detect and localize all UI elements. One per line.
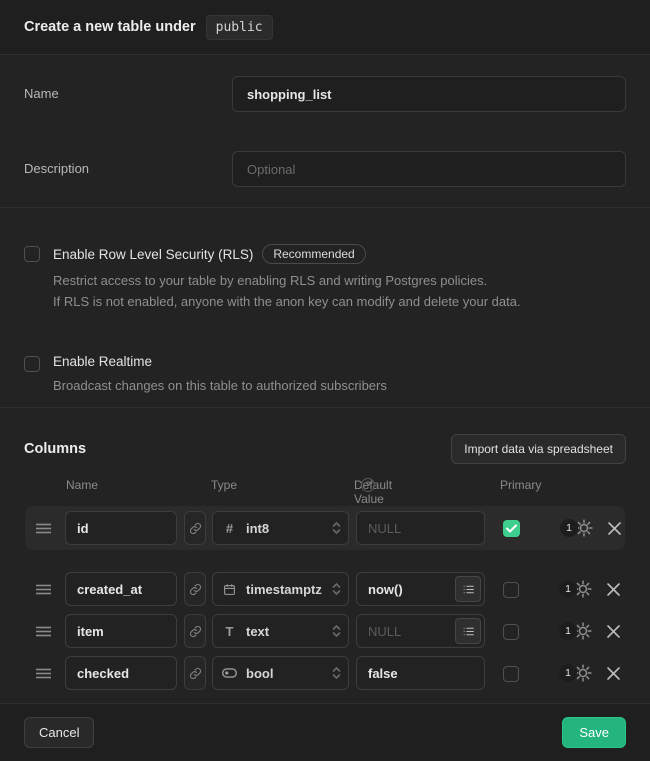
column-default-input[interactable]: [356, 656, 485, 690]
chevron-up-down-icon: [332, 582, 341, 596]
realtime-label: Enable Realtime: [53, 354, 152, 369]
recommended-badge: Recommended: [262, 244, 365, 264]
table-options-section: Enable Row Level Security (RLS) Recommen…: [0, 208, 650, 408]
realtime-checkbox[interactable]: [24, 356, 40, 372]
columns-section: Columns Import data via spreadsheet Name…: [0, 408, 650, 703]
column-name-input[interactable]: [65, 656, 177, 690]
column-settings-button[interactable]: 1: [560, 518, 594, 538]
drag-handle-icon[interactable]: [36, 523, 51, 534]
create-table-dialog: Create a new table under public Name Des…: [0, 0, 650, 761]
drag-handle-icon[interactable]: [36, 584, 51, 595]
header-name: Name: [66, 478, 98, 492]
remove-column-icon[interactable]: [606, 582, 621, 597]
rls-text: Enable Row Level Security (RLS) Recommen…: [53, 244, 521, 312]
columns-title: Columns: [24, 441, 86, 457]
dialog-header: Create a new table under public: [0, 0, 650, 55]
drag-handle-icon[interactable]: [36, 668, 51, 679]
header-type: Type: [211, 478, 237, 492]
primary-checkbox[interactable]: [503, 582, 519, 598]
default-value-picker-icon[interactable]: [455, 618, 481, 644]
rls-label: Enable Row Level Security (RLS): [53, 247, 253, 262]
chevron-up-down-icon: [332, 624, 341, 638]
default-value-picker-icon[interactable]: [455, 576, 481, 602]
dialog-title: Create a new table under: [24, 19, 196, 35]
rls-description: Restrict access to your table by enablin…: [53, 270, 521, 312]
column-row-item: T text 1: [25, 610, 625, 652]
column-type-select[interactable]: timestamptz: [212, 572, 349, 606]
header-primary: Primary: [500, 478, 541, 492]
foreign-key-link-icon[interactable]: [184, 656, 206, 690]
rls-checkbox[interactable]: [24, 246, 40, 262]
cancel-button[interactable]: Cancel: [24, 717, 94, 748]
remove-column-icon[interactable]: [606, 624, 621, 639]
column-row-checked: bool 1: [25, 652, 625, 694]
column-row-created-at: timestamptz 1: [25, 568, 625, 610]
column-type-select[interactable]: T text: [212, 614, 349, 648]
drag-handle-icon[interactable]: [36, 626, 51, 637]
toggle-icon: [222, 668, 237, 678]
primary-checkbox[interactable]: [503, 624, 519, 640]
description-label: Description: [24, 151, 232, 176]
column-type-select[interactable]: bool: [212, 656, 349, 690]
column-type-select[interactable]: # int8: [212, 511, 349, 545]
foreign-key-link-icon[interactable]: [184, 511, 206, 545]
settings-count-badge: 1: [559, 622, 577, 640]
settings-count-badge: 1: [559, 580, 577, 598]
column-settings-button[interactable]: 1: [559, 663, 593, 683]
foreign-key-link-icon[interactable]: [184, 572, 206, 606]
table-details-section: Name Description: [0, 55, 650, 208]
calendar-icon: [222, 583, 237, 596]
table-name-input[interactable]: [232, 76, 626, 112]
columns-table-headers: Name Type Default Value ? Primary: [0, 478, 650, 496]
import-spreadsheet-button[interactable]: Import data via spreadsheet: [451, 434, 626, 464]
dialog-footer: Cancel Save: [0, 703, 650, 761]
chevron-up-down-icon: [332, 666, 341, 680]
schema-badge: public: [206, 15, 273, 40]
save-button[interactable]: Save: [562, 717, 626, 748]
name-label: Name: [24, 76, 232, 101]
column-name-input[interactable]: [65, 614, 177, 648]
realtime-text: Enable Realtime Broadcast changes on thi…: [53, 354, 387, 396]
primary-checkbox[interactable]: [503, 666, 519, 682]
hash-icon: #: [222, 521, 237, 536]
column-settings-button[interactable]: 1: [559, 621, 593, 641]
primary-checkbox[interactable]: [503, 520, 520, 537]
description-row: Description: [24, 151, 626, 187]
column-name-input[interactable]: [65, 511, 177, 545]
table-description-input[interactable]: [232, 151, 626, 187]
settings-count-badge: 1: [560, 519, 578, 537]
rls-block: Enable Row Level Security (RLS) Recommen…: [24, 244, 626, 312]
settings-count-badge: 1: [559, 664, 577, 682]
letter-T-icon: T: [222, 624, 237, 639]
chevron-up-down-icon: [332, 521, 341, 535]
column-default-input: [356, 511, 485, 545]
foreign-key-link-icon[interactable]: [184, 614, 206, 648]
remove-column-icon[interactable]: [607, 521, 622, 536]
column-settings-button[interactable]: 1: [559, 579, 593, 599]
column-name-input[interactable]: [65, 572, 177, 606]
remove-column-icon[interactable]: [606, 666, 621, 681]
realtime-description: Broadcast changes on this table to autho…: [53, 375, 387, 396]
realtime-block: Enable Realtime Broadcast changes on thi…: [24, 354, 626, 396]
name-row: Name: [24, 76, 626, 112]
column-row-id: # int8 1: [25, 506, 625, 550]
help-icon[interactable]: ?: [361, 478, 375, 492]
